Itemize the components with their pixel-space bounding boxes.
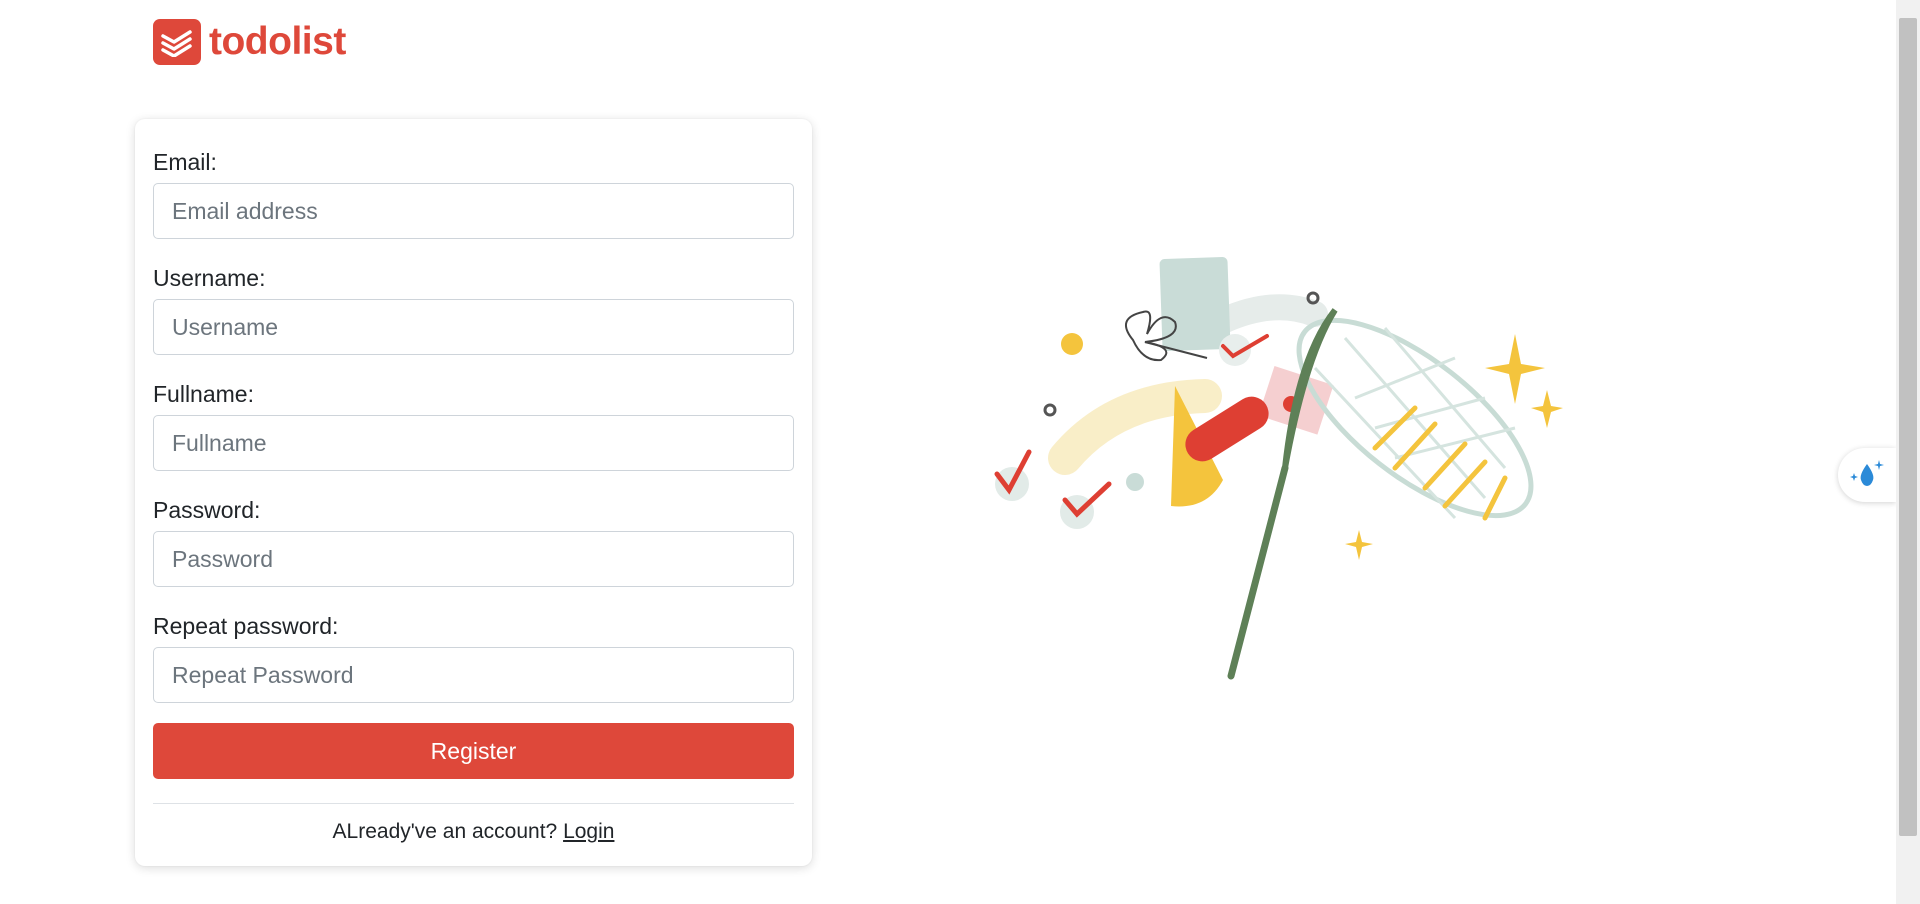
password-label: Password:: [153, 497, 261, 523]
register-button[interactable]: Register: [153, 723, 794, 779]
illustration-butterfly-net: [985, 248, 1625, 693]
scrollbar-thumb[interactable]: [1899, 18, 1917, 836]
repeat-password-label: Repeat password:: [153, 613, 339, 639]
fullname-field[interactable]: [153, 415, 794, 471]
repeat-password-field-group: Repeat password:: [153, 612, 794, 703]
register-card: Email: Username: Fullname: Password: Rep…: [135, 119, 812, 866]
login-link[interactable]: Login: [563, 820, 614, 843]
username-field[interactable]: [153, 299, 794, 355]
todolist-logo-icon: [153, 19, 201, 65]
password-field-group: Password:: [153, 496, 794, 587]
brand-name: todolist: [209, 20, 346, 63]
email-field-group: Email:: [153, 148, 794, 239]
fullname-label: Fullname:: [153, 381, 254, 407]
email-label: Email:: [153, 149, 217, 175]
email-field[interactable]: [153, 183, 794, 239]
divider: [153, 803, 794, 804]
water-drop-sparkle-icon: [1848, 457, 1886, 494]
fullname-field-group: Fullname:: [153, 380, 794, 471]
login-prompt-text: ALready've an account?: [332, 820, 558, 843]
brand-logo[interactable]: todolist: [153, 19, 346, 65]
side-widget-button[interactable]: [1838, 448, 1896, 502]
username-field-group: Username:: [153, 264, 794, 355]
vertical-scrollbar[interactable]: [1896, 0, 1920, 904]
repeat-password-field[interactable]: [153, 647, 794, 703]
login-prompt: ALready've an account? Login: [153, 814, 794, 850]
password-field[interactable]: [153, 531, 794, 587]
username-label: Username:: [153, 265, 266, 291]
